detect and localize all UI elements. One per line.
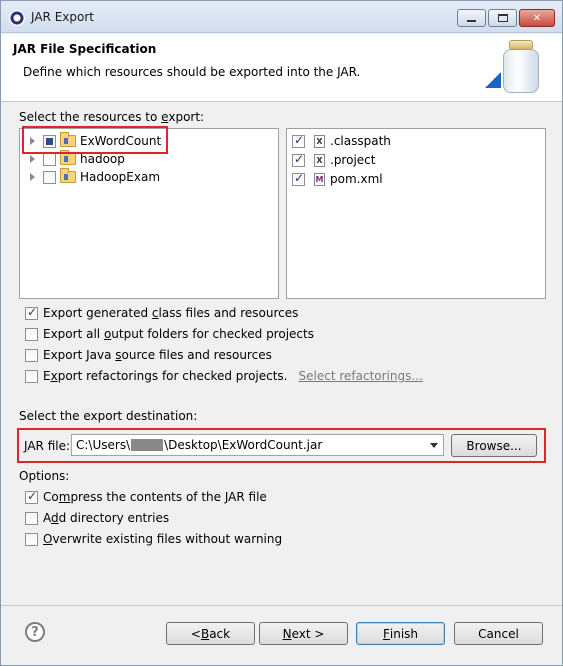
checkbox[interactable] [25,532,38,546]
page-title: JAR File Specification [13,42,157,56]
list-item[interactable]: X .classpath [292,132,391,150]
option-export-output-folders[interactable]: Export all output folders for checked pr… [25,325,314,343]
highlight-annotation [17,428,546,463]
option-add-directory-entries[interactable]: Add directory entries [25,509,169,527]
title-bar: JAR Export ✕ [1,1,562,33]
option-label: Export Java source files and resources [43,348,272,362]
list-item[interactable]: M pom.xml [292,170,383,188]
maven-file-icon: M [314,172,325,186]
option-label: Add directory entries [43,511,170,525]
back-button[interactable]: < Back [166,622,255,645]
option-label: Overwrite existing files without warning [43,532,283,546]
resources-label: Select the resources to export: [19,110,205,124]
file-label: pom.xml [330,172,383,186]
select-refactorings-link[interactable]: Select refactorings... [299,369,423,383]
file-label: .project [330,153,376,167]
maximize-button[interactable] [488,9,517,27]
checkbox[interactable] [25,348,38,362]
close-icon: ✕ [532,12,542,24]
destination-label: Select the export destination: [19,409,198,423]
xml-file-icon: X [314,153,325,167]
option-export-java-source[interactable]: Export Java source files and resources [25,346,272,364]
option-overwrite[interactable]: Overwrite existing files without warning [25,530,282,548]
maximize-icon [497,14,508,22]
tree-item-label: hadoop [80,152,125,166]
eclipse-icon [9,10,25,26]
next-button[interactable]: Next > [259,622,348,645]
option-label: Export generated class files and resourc… [43,306,299,320]
option-label: Export all output folders for checked pr… [43,327,314,341]
expand-arrow-icon[interactable] [30,173,35,181]
checkbox[interactable] [25,511,38,525]
option-compress[interactable]: Compress the contents of the JAR file [25,488,267,506]
project-folder-icon [60,168,76,183]
export-arrow-icon [485,72,501,88]
checkbox[interactable] [25,369,38,383]
file-label: .classpath [330,134,391,148]
expand-arrow-icon[interactable] [30,155,35,163]
wizard-header: JAR File Specification Define which reso… [1,34,562,102]
option-export-class-files[interactable]: Export generated class files and resourc… [25,304,298,322]
highlight-annotation [22,126,168,154]
separator [1,605,562,606]
jar-icon [501,40,541,94]
project-folder-icon [60,150,76,165]
option-label: Compress the contents of the JAR file [43,490,267,504]
project-checkbox[interactable] [43,152,56,166]
checkbox[interactable] [25,327,38,341]
minimize-button[interactable] [457,9,486,27]
cancel-button[interactable]: Cancel [454,622,543,645]
option-label: Export refactorings for checked projects… [43,369,288,383]
minimize-icon [467,20,476,22]
checkbox[interactable] [25,305,38,320]
file-checkbox[interactable] [292,152,305,167]
finish-button[interactable]: Finish [356,622,445,645]
help-icon[interactable]: ? [25,622,45,642]
tree-item-hadoopexam[interactable]: HadoopExam [30,168,160,186]
jar-export-window: JAR Export ✕ JAR File Specification Defi… [0,0,563,666]
option-export-refactorings[interactable]: Export refactorings for checked projects… [25,367,423,385]
options-label: Options: [19,469,70,483]
tree-item-label: HadoopExam [80,170,161,184]
close-button[interactable]: ✕ [519,9,555,27]
file-checkbox[interactable] [292,171,305,186]
file-list[interactable]: X .classpath X .project M pom.xml [286,128,546,299]
file-checkbox[interactable] [292,133,305,148]
xml-file-icon: X [314,134,325,148]
project-checkbox[interactable] [43,170,56,184]
page-description: Define which resources should be exporte… [23,65,361,79]
list-item[interactable]: X .project [292,151,375,169]
window-title: JAR Export [31,10,94,24]
checkbox[interactable] [25,489,38,504]
